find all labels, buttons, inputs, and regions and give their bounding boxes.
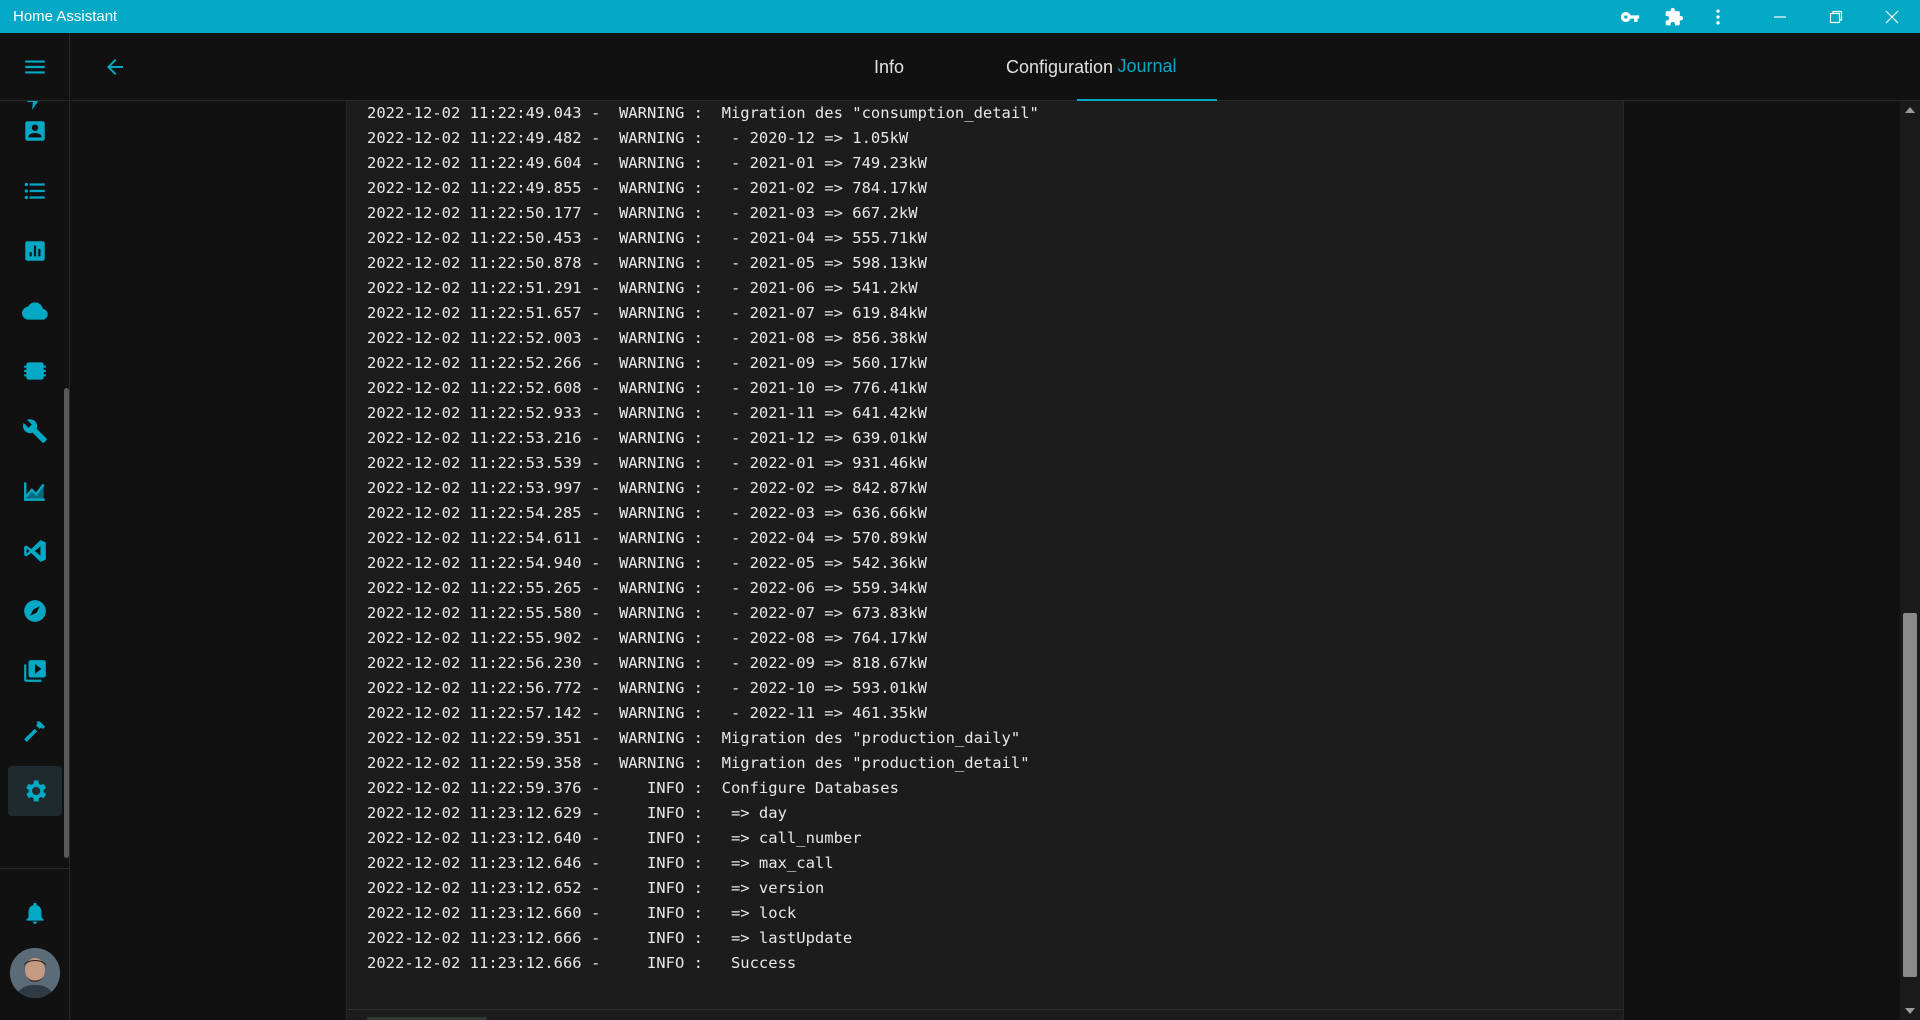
log-line: 2022-12-02 11:22:55.580 - WARNING : - 20…	[367, 604, 927, 622]
compass-icon	[24, 600, 46, 622]
log-line: 2022-12-02 11:22:49.043 - WARNING : Migr…	[367, 104, 1039, 122]
log-viewer[interactable]: 2022-12-02 11:22:49.043 - WARNING : Migr…	[346, 101, 1624, 1020]
sidebar-item-list[interactable]	[8, 166, 62, 216]
log-line: 2022-12-02 11:22:56.230 - WARNING : - 20…	[367, 654, 927, 672]
sidebar-item-media[interactable]	[8, 646, 62, 696]
sidebar-item-settings[interactable]	[8, 766, 62, 816]
chip-icon	[24, 362, 46, 380]
bell-icon	[26, 902, 44, 924]
scroll-down-icon[interactable]	[1905, 1008, 1915, 1014]
log-line: 2022-12-02 11:22:49.855 - WARNING : - 20…	[367, 179, 927, 197]
user-avatar-icon	[10, 948, 60, 998]
log-line: 2022-12-02 11:23:12.652 - INFO : => vers…	[367, 879, 825, 897]
log-footer-divider	[347, 1009, 1623, 1010]
cog-icon	[26, 780, 47, 802]
page-scrollbar[interactable]	[1900, 101, 1920, 1020]
menu-icon	[25, 60, 45, 73]
more-vert-icon[interactable]	[1696, 0, 1740, 33]
sidebar-item-developer[interactable]	[8, 706, 62, 756]
log-line: 2022-12-02 11:22:52.266 - WARNING : - 20…	[367, 354, 927, 372]
log-line: 2022-12-02 11:22:53.997 - WARNING : - 20…	[367, 479, 927, 497]
cloud-icon	[22, 302, 48, 320]
sidebar-scrollbar[interactable]	[64, 388, 69, 858]
log-line: 2022-12-02 11:22:50.177 - WARNING : - 20…	[367, 204, 918, 222]
log-line: 2022-12-02 11:23:12.660 - INFO : => lock	[367, 904, 797, 922]
log-line: 2022-12-02 11:22:53.539 - WARNING : - 20…	[367, 454, 927, 472]
format-list-bulleted-icon	[24, 182, 45, 200]
sidebar-item-notifications[interactable]	[8, 888, 62, 938]
window-titlebar: Home Assistant	[0, 0, 1920, 33]
log-line: 2022-12-02 11:22:49.482 - WARNING : - 20…	[367, 129, 909, 147]
log-line: 2022-12-02 11:23:12.666 - INFO : Success	[367, 954, 797, 972]
chart-areaspline-icon	[24, 482, 45, 501]
vscode-icon	[24, 540, 46, 562]
sidebar-item-chart-box[interactable]	[8, 226, 62, 276]
log-line: 2022-12-02 11:22:54.940 - WARNING : - 20…	[367, 554, 927, 572]
avatar[interactable]	[10, 948, 60, 998]
close-icon[interactable]	[1864, 0, 1920, 33]
back-button[interactable]	[101, 53, 129, 81]
log-line: 2022-12-02 11:22:56.772 - WARNING : - 20…	[367, 679, 927, 697]
log-line: 2022-12-02 11:22:51.657 - WARNING : - 20…	[367, 304, 927, 322]
log-line: 2022-12-02 11:23:12.646 - INFO : => max_…	[367, 854, 834, 872]
sidebar-divider	[0, 868, 70, 869]
minimize-icon[interactable]	[1752, 0, 1808, 33]
key-icon[interactable]	[1608, 0, 1652, 33]
log-line: 2022-12-02 11:22:49.604 - WARNING : - 20…	[367, 154, 927, 172]
log-line: 2022-12-02 11:22:54.611 - WARNING : - 20…	[367, 529, 927, 547]
log-line: 2022-12-02 11:22:51.291 - WARNING : - 20…	[367, 279, 918, 297]
log-line: 2022-12-02 11:22:59.358 - WARNING : Migr…	[367, 754, 1030, 772]
restore-icon[interactable]	[1808, 0, 1864, 33]
sidebar-item-history[interactable]	[8, 466, 62, 516]
arrow-left-icon	[107, 59, 123, 75]
log-line: 2022-12-02 11:22:59.351 - WARNING : Migr…	[367, 729, 1021, 747]
puzzle-icon[interactable]	[1652, 0, 1696, 33]
wrench-icon	[23, 419, 47, 443]
log-line: 2022-12-02 11:22:50.878 - WARNING : - 20…	[367, 254, 927, 272]
page-header: Info Configuration Journal	[71, 33, 1920, 101]
log-line: 2022-12-02 11:22:55.902 - WARNING : - 20…	[367, 629, 927, 647]
menu-button[interactable]	[0, 33, 70, 101]
scrollbar-thumb[interactable]	[1903, 613, 1917, 977]
log-line: 2022-12-02 11:22:52.003 - WARNING : - 20…	[367, 329, 927, 347]
log-line: 2022-12-02 11:22:59.376 - INFO : Configu…	[367, 779, 899, 797]
log-line: 2022-12-02 11:23:12.666 - INFO : => last…	[367, 929, 853, 947]
sidebar-item-wrench[interactable]	[8, 406, 62, 456]
sidebar-item-compass[interactable]	[8, 586, 62, 636]
log-line: 2022-12-02 11:22:52.933 - WARNING : - 20…	[367, 404, 927, 422]
sidebar-item-chip[interactable]	[8, 346, 62, 396]
log-line: 2022-12-02 11:22:57.142 - WARNING : - 20…	[367, 704, 927, 722]
scroll-up-icon[interactable]	[1905, 107, 1915, 113]
tab-info[interactable]: Info	[831, 33, 947, 101]
play-box-multiple-icon	[24, 660, 46, 682]
log-line: 2022-12-02 11:22:55.265 - WARNING : - 20…	[367, 579, 927, 597]
log-line: 2022-12-02 11:23:12.629 - INFO : => day	[367, 804, 787, 822]
sidebar-item-vscode[interactable]	[8, 526, 62, 576]
sidebar-item-account[interactable]	[8, 106, 62, 156]
tab-journal[interactable]: Journal	[1077, 33, 1217, 101]
titlebar-controls	[1608, 0, 1920, 33]
log-line: 2022-12-02 11:22:50.453 - WARNING : - 20…	[367, 229, 927, 247]
log-lines: 2022-12-02 11:22:49.043 - WARNING : Migr…	[367, 101, 1039, 976]
hammer-icon	[24, 721, 46, 742]
log-line: 2022-12-02 11:23:12.640 - INFO : => call…	[367, 829, 862, 847]
log-line: 2022-12-02 11:22:53.216 - WARNING : - 20…	[367, 429, 927, 447]
chart-box-icon	[25, 241, 45, 261]
sidebar	[0, 33, 70, 1020]
account-box-icon	[25, 121, 45, 141]
log-line: 2022-12-02 11:22:52.608 - WARNING : - 20…	[367, 379, 927, 397]
app-title: Home Assistant	[13, 8, 118, 25]
sidebar-item-cloud[interactable]	[8, 286, 62, 336]
log-line: 2022-12-02 11:22:54.285 - WARNING : - 20…	[367, 504, 927, 522]
